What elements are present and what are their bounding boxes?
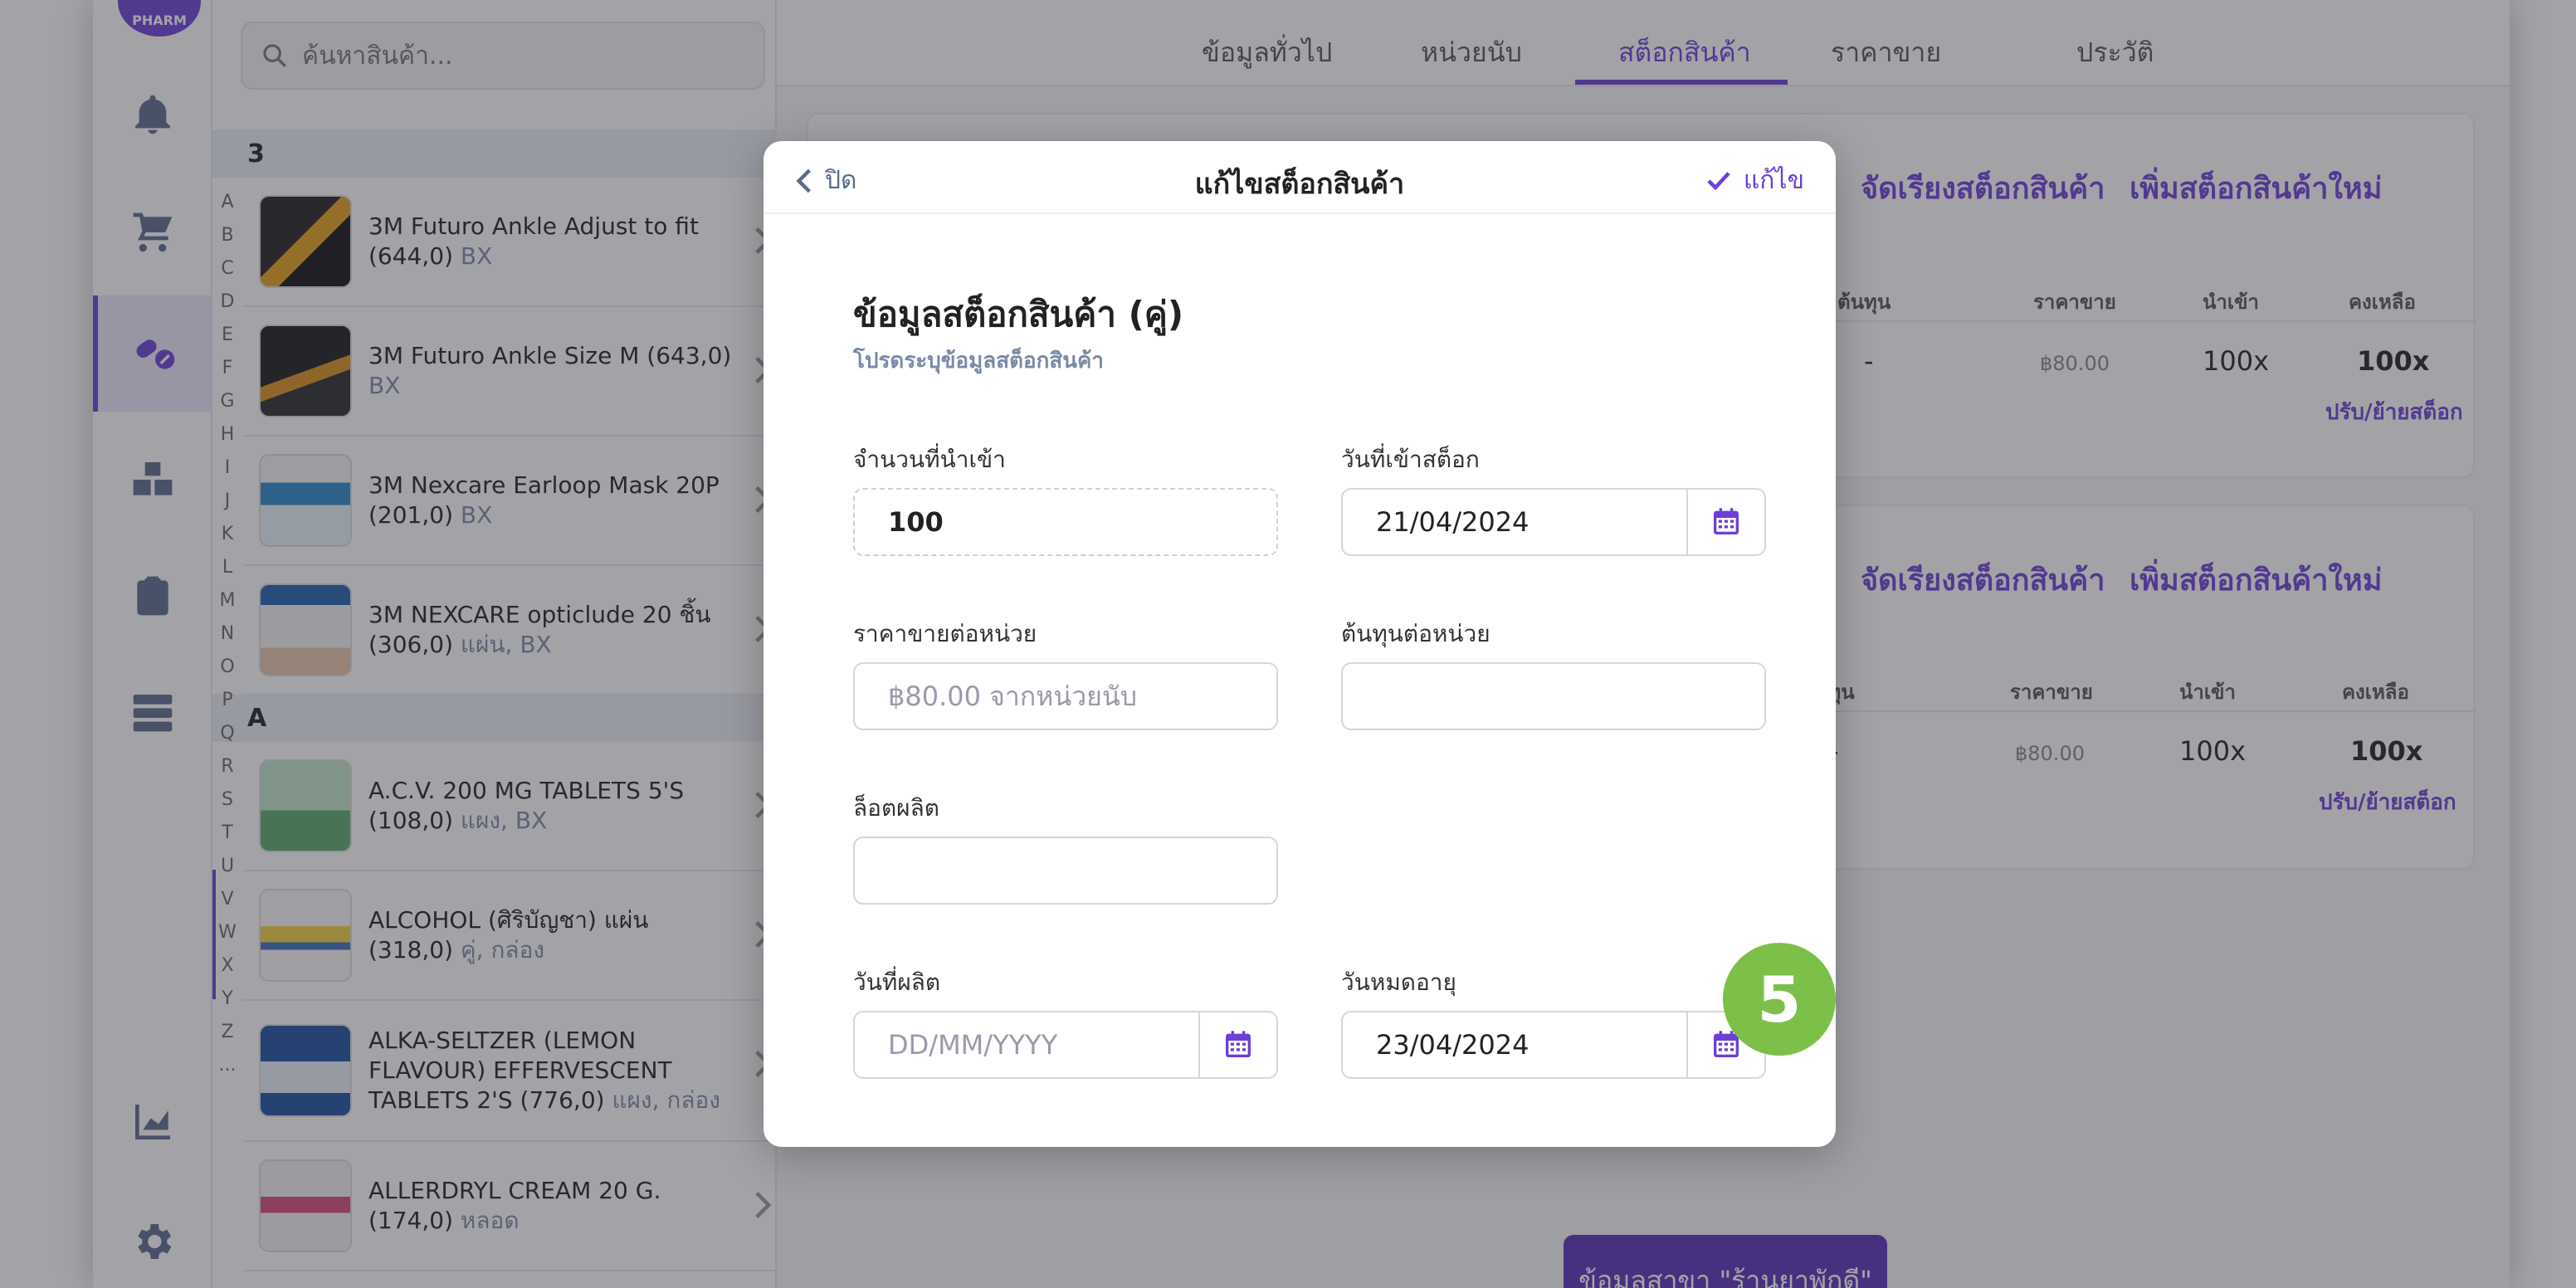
import-qty-field[interactable]: 100 — [853, 488, 1278, 556]
stock-in-date-label: วันที่เข้าสต็อก — [1341, 446, 1480, 473]
sell-price-label: ราคาขายต่อหน่วย — [853, 620, 1037, 647]
stock-in-date-field[interactable]: 21/04/2024 — [1341, 488, 1766, 556]
close-button[interactable]: ปิด — [795, 161, 857, 200]
lot-label: ล็อตผลิต — [853, 794, 939, 822]
exp-date-label: วันหมดอายุ — [1341, 968, 1456, 996]
save-edit-button[interactable]: แก้ไข — [1705, 161, 1804, 200]
edit-stock-modal: ปิด แก้ไขสต็อกสินค้า แก้ไข ข้อมูลสต็อกสิ… — [764, 141, 1836, 1147]
mfg-date-label: วันที่ผลิต — [853, 968, 941, 996]
mfg-date-placeholder: DD/MM/YYYY — [888, 1029, 1058, 1061]
chevron-left-icon — [796, 168, 811, 193]
section-subtitle: โปรดระบุข้อมูลสต็อกสินค้า — [853, 349, 1104, 373]
sell-price-field[interactable]: ฿80.00 จากหน่วยนับ — [853, 662, 1278, 730]
exp-date-value: 23/04/2024 — [1376, 1029, 1530, 1061]
unit-cost-label: ต้นทุนต่อหน่วย — [1341, 620, 1490, 647]
modal-header: ปิด แก้ไขสต็อกสินค้า แก้ไข — [764, 141, 1836, 214]
exp-date-field[interactable]: 23/04/2024 — [1341, 1011, 1766, 1079]
edit-label: แก้ไข — [1743, 166, 1804, 195]
import-qty-label: จำนวนที่นำเข้า — [853, 446, 1006, 473]
calendar-button[interactable] — [1198, 1012, 1276, 1077]
unit-cost-field[interactable] — [1341, 662, 1766, 730]
import-qty-value: 100 — [888, 506, 944, 538]
calendar-button[interactable] — [1686, 490, 1764, 554]
stock-in-date-value: 21/04/2024 — [1376, 506, 1530, 538]
close-label: ปิด — [825, 166, 857, 195]
check-icon — [1707, 171, 1730, 190]
sell-price-placeholder: ฿80.00 จากหน่วยนับ — [888, 680, 1138, 712]
lot-field[interactable] — [853, 837, 1278, 905]
calendar-icon — [1226, 1031, 1251, 1057]
mfg-date-field[interactable]: DD/MM/YYYY — [853, 1011, 1278, 1079]
section-title: ข้อมูลสต็อกสินค้า (คู่) — [853, 294, 1184, 334]
step-badge: 5 — [1723, 943, 1836, 1056]
modal-title: แก้ไขสต็อกสินค้า — [1194, 168, 1405, 201]
calendar-icon — [1714, 508, 1739, 534]
